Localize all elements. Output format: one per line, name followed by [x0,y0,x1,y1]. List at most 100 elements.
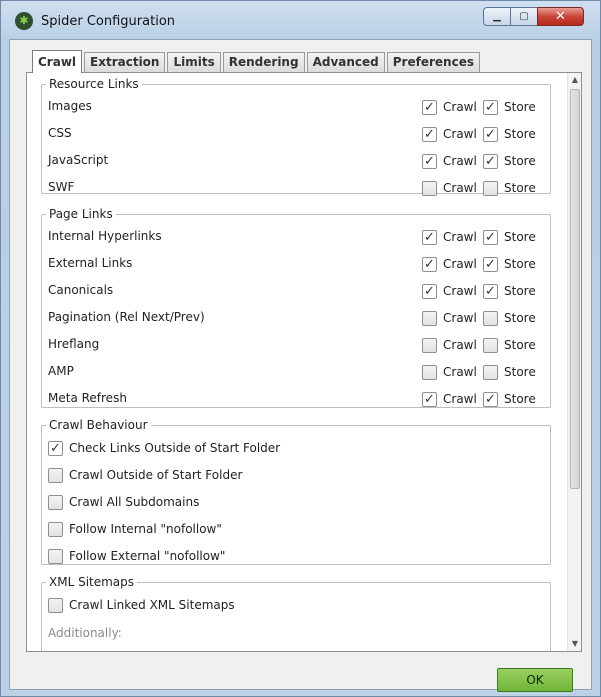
follow-external-nofollow-checkbox[interactable]: Follow External "nofollow" [48,546,225,566]
checkmark-icon: ✓ [422,256,437,272]
minimize-icon: ▁ [493,11,501,22]
amp-store-checkbox[interactable]: Store [483,362,536,382]
tab-advanced[interactable]: Advanced [306,52,385,72]
checkmark-icon: ✓ [483,99,498,115]
close-icon: ✕ [555,9,566,24]
checkmark-icon: ✓ [483,153,498,169]
external-links-store-checkbox[interactable]: ✓ Store [483,254,536,274]
settings-scroll-area: Resource Links Images ✓ Crawl ✓ Store CSS … [27,73,568,651]
internal-hyperlinks-store-checkbox[interactable]: ✓ Store [483,227,536,247]
scrollbar-thumb[interactable] [570,89,580,489]
title-bar[interactable]: ✱ Spider Configuration ▁ ▢ ✕ [1,1,600,39]
crawl-outside-start-folder-checkbox[interactable]: Crawl Outside of Start Folder [48,465,242,485]
resource-links-group: Resource Links Images ✓ Crawl ✓ Store CSS … [41,77,551,196]
tab-preferences[interactable]: Preferences [386,52,480,72]
page-row-canonicals: Canonicals ✓ Crawl ✓ Store [48,281,548,301]
hreflang-store-checkbox[interactable]: Store [483,335,536,355]
page-row-external-links: External Links ✓ Crawl ✓ Store [48,254,548,274]
minimize-button[interactable]: ▁ [483,7,510,26]
tab-rendering[interactable]: Rendering [222,52,305,72]
javascript-crawl-checkbox[interactable]: ✓ Crawl [422,151,477,171]
checkmark-icon: ✓ [422,229,437,245]
tab-limits[interactable]: Limits [167,52,221,72]
checkmark-icon: ✓ [483,256,498,272]
crawl-behaviour-title: Crawl Behaviour [49,418,148,432]
page-link-label: Pagination (Rel Next/Prev) [48,310,205,324]
page-row-internal-hyperlinks: Internal Hyperlinks ✓ Crawl ✓ Store [48,227,548,247]
crawl-behaviour-group: Crawl Behaviour ✓ Check Links Outside of… [41,418,551,565]
external-links-crawl-checkbox[interactable]: ✓ Crawl [422,254,477,274]
checkmark-icon: ✓ [48,440,63,456]
page-row-amp: AMP Crawl Store [48,362,548,382]
window-controls: ▁ ▢ ✕ [483,7,584,26]
page-row-hreflang: Hreflang Crawl Store [48,335,548,355]
javascript-store-checkbox[interactable]: ✓ Store [483,151,536,171]
checkmark-icon: ✓ [422,283,437,299]
page-link-label: Hreflang [48,337,100,351]
meta-refresh-crawl-checkbox[interactable]: ✓ Crawl [422,389,477,409]
checkmark-icon: ✓ [422,153,437,169]
cutoff-checkbox[interactable] [48,649,63,651]
check-links-outside-checkbox[interactable]: ✓ Check Links Outside of Start Folder [48,438,280,458]
resource-links-title: Resource Links [49,77,139,91]
dialog-window: ✱ Spider Configuration ▁ ▢ ✕ Crawl Extra… [0,0,601,697]
css-store-checkbox[interactable]: ✓ Store [483,124,536,144]
checkmark-icon: ✓ [422,391,437,407]
scroll-up-icon[interactable]: ▲ [568,73,581,87]
checkmark-icon: ✓ [422,126,437,142]
resource-label: SWF [48,180,75,194]
page-link-label: AMP [48,364,74,378]
canonicals-store-checkbox[interactable]: ✓ Store [483,281,536,301]
page-row-pagination: Pagination (Rel Next/Prev) Crawl Store [48,308,548,328]
checkmark-icon: ✓ [483,126,498,142]
page-link-label: Meta Refresh [48,391,127,405]
images-crawl-checkbox[interactable]: ✓ Crawl [422,97,477,117]
checkmark-icon: ✓ [483,391,498,407]
resource-label: Images [48,99,92,113]
internal-hyperlinks-crawl-checkbox[interactable]: ✓ Crawl [422,227,477,247]
xml-sitemaps-title: XML Sitemaps [49,575,135,589]
swf-crawl-checkbox[interactable]: Crawl [422,178,477,198]
crawl-all-subdomains-checkbox[interactable]: Crawl All Subdomains [48,492,199,512]
swf-store-checkbox[interactable]: Store [483,178,536,198]
page-link-label: Internal Hyperlinks [48,229,162,243]
page-links-title: Page Links [49,207,113,221]
tab-crawl[interactable]: Crawl [32,50,83,73]
resource-row-images: Images ✓ Crawl ✓ Store [48,97,548,117]
close-button[interactable]: ✕ [537,7,584,26]
css-crawl-checkbox[interactable]: ✓ Crawl [422,124,477,144]
canonicals-crawl-checkbox[interactable]: ✓ Crawl [422,281,477,301]
resource-label: JavaScript [48,153,109,167]
tab-bar: Crawl Extraction Limits Rendering Advanc… [32,50,482,73]
follow-internal-nofollow-checkbox[interactable]: Follow Internal "nofollow" [48,519,222,539]
crawl-linked-xml-sitemaps-checkbox[interactable]: Crawl Linked XML Sitemaps [48,595,235,615]
crawl-tab-panel: Resource Links Images ✓ Crawl ✓ Store CSS … [26,72,582,652]
xml-sitemaps-group: XML Sitemaps Crawl Linked XML Sitemaps A… [41,575,551,651]
checkmark-icon: ✓ [483,229,498,245]
additionally-label: Additionally: [48,626,122,640]
resource-row-javascript: JavaScript ✓ Crawl ✓ Store [48,151,548,171]
hreflang-crawl-checkbox[interactable]: Crawl [422,335,477,355]
checkmark-icon: ✓ [483,283,498,299]
tab-extraction[interactable]: Extraction [84,52,166,72]
resource-label: CSS [48,126,72,140]
scroll-down-icon[interactable]: ▼ [568,637,581,651]
maximize-button[interactable]: ▢ [510,7,537,26]
vertical-scrollbar[interactable]: ▲ ▼ [567,73,581,651]
page-link-label: External Links [48,256,133,270]
images-store-checkbox[interactable]: ✓ Store [483,97,536,117]
page-row-meta-refresh: Meta Refresh ✓ Crawl ✓ Store [48,389,548,409]
pagination-crawl-checkbox[interactable]: Crawl [422,308,477,328]
window-title: Spider Configuration [41,14,176,29]
page-links-group: Page Links Internal Hyperlinks ✓ Crawl ✓ S… [41,207,551,408]
amp-crawl-checkbox[interactable]: Crawl [422,362,477,382]
meta-refresh-store-checkbox[interactable]: ✓ Store [483,389,536,409]
dialog-client-area: Crawl Extraction Limits Rendering Advanc… [9,39,592,692]
maximize-icon: ▢ [519,11,529,22]
resource-row-css: CSS ✓ Crawl ✓ Store [48,124,548,144]
pagination-store-checkbox[interactable]: Store [483,308,536,328]
checkmark-icon: ✓ [422,99,437,115]
page-link-label: Canonicals [48,283,114,297]
ok-button[interactable]: OK [497,668,573,692]
resource-row-swf: SWF Crawl Store [48,178,548,198]
